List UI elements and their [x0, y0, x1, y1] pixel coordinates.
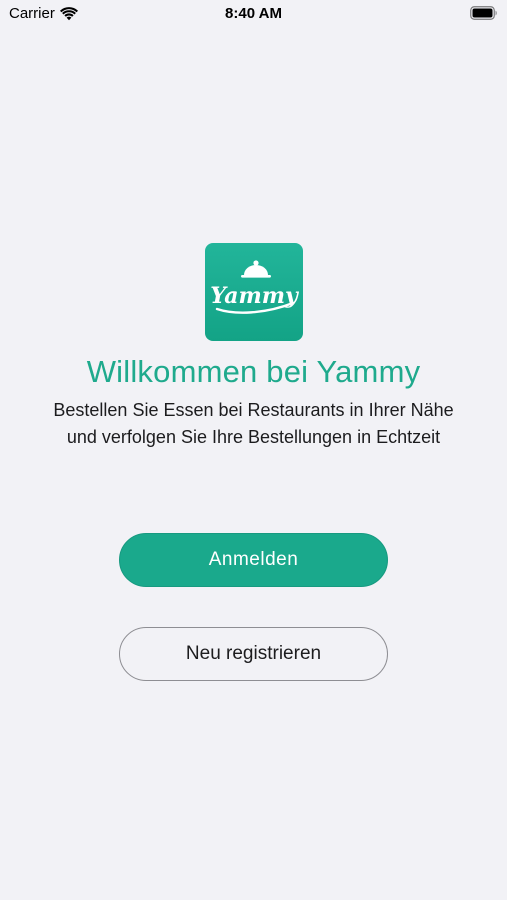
welcome-title: Willkommen bei Yammy — [86, 354, 421, 389]
login-button[interactable]: Anmelden — [119, 533, 388, 587]
battery-icon — [470, 6, 498, 20]
cloche-icon — [241, 260, 271, 278]
yammy-logo: Yammy — [205, 243, 303, 341]
welcome-subtitle: Bestellen Sie Essen bei Restaurants in I… — [53, 400, 454, 447]
register-button[interactable]: Neu registrieren — [119, 627, 388, 681]
status-bar: Carrier 8:40 AM — [0, 0, 507, 30]
status-time: 8:40 AM — [225, 5, 282, 22]
